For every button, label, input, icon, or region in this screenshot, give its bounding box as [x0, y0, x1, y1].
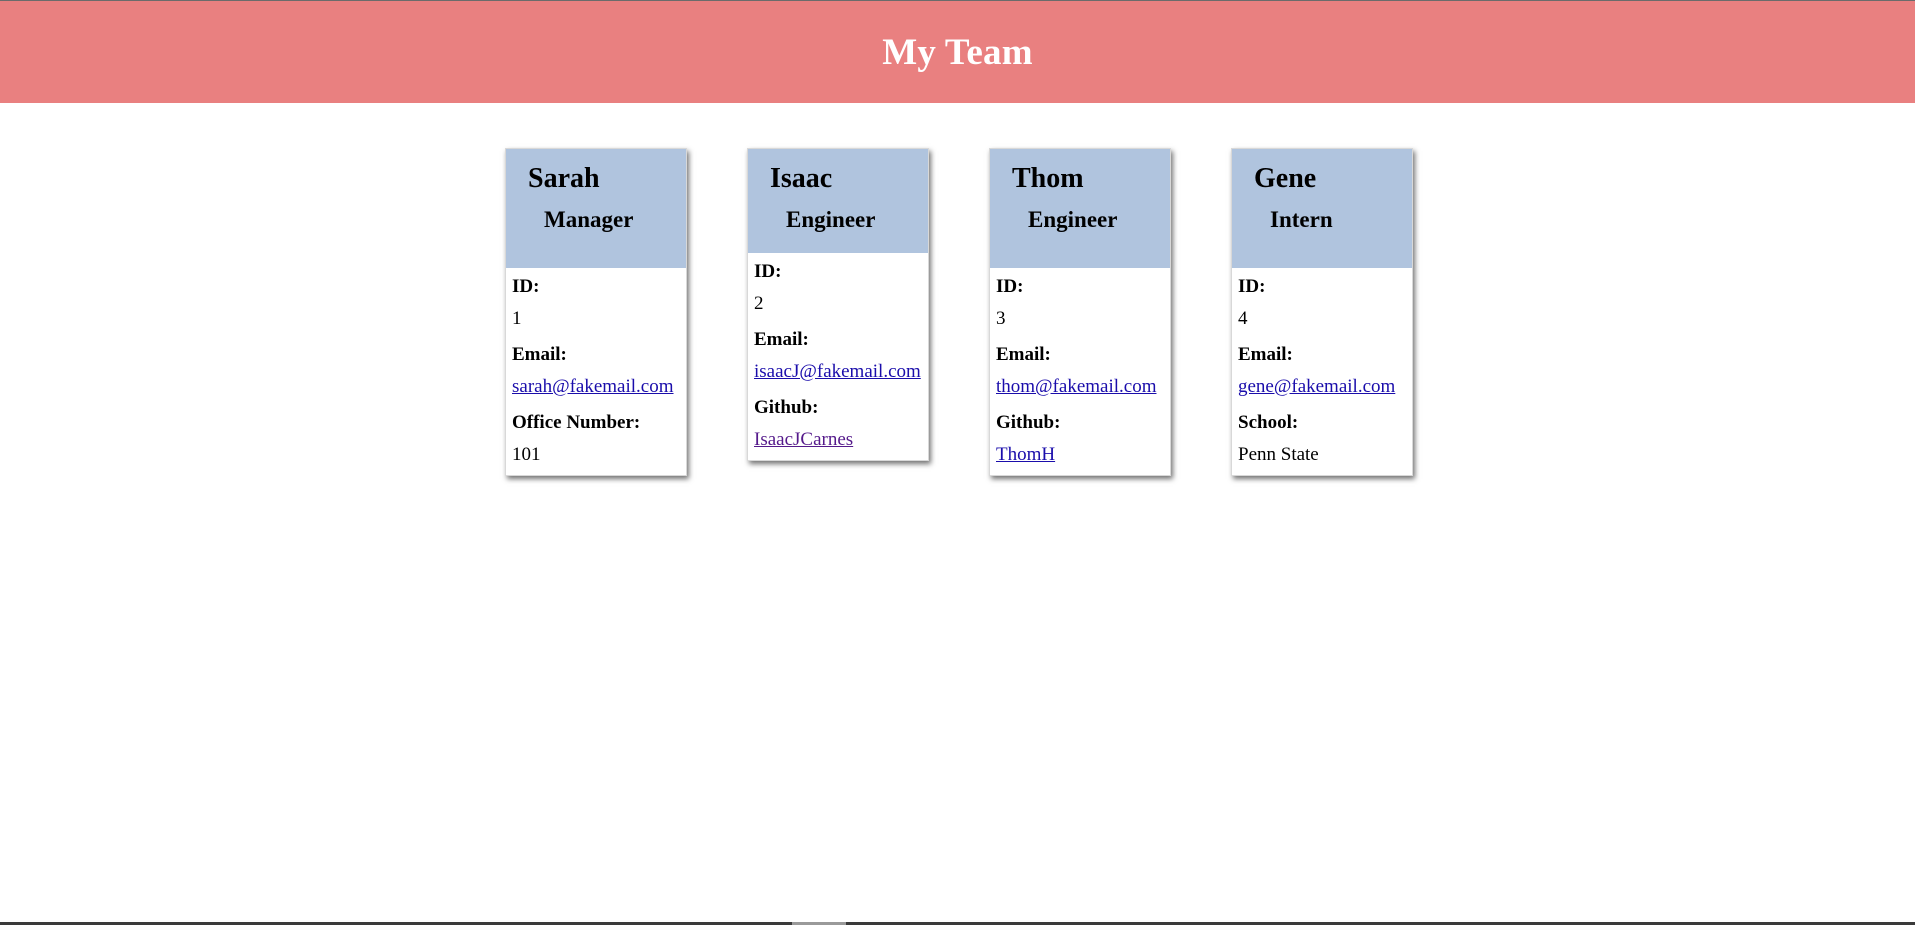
page-title: My Team	[882, 31, 1033, 73]
card-header: Sarah Manager	[506, 149, 686, 268]
card-body: ID: 4 Email: gene@fakemail.com School: P…	[1232, 268, 1412, 475]
id-value: 1	[512, 308, 522, 329]
employee-card-gene: Gene Intern ID: 4 Email: gene@fakemail.c…	[1231, 148, 1413, 476]
employee-card-thom: Thom Engineer ID: 3 Email: thom@fakemail…	[989, 148, 1171, 476]
id-label: ID:	[512, 276, 540, 297]
github-label: Github:	[754, 397, 819, 418]
card-body: ID: 3 Email: thom@fakemail.com Github: T…	[990, 268, 1170, 475]
email-label: Email:	[754, 329, 809, 350]
card-header: Thom Engineer	[990, 149, 1170, 268]
card-header: Gene Intern	[1232, 149, 1412, 268]
id-label: ID:	[1238, 276, 1266, 297]
email-link[interactable]: gene@fakemail.com	[1238, 376, 1395, 397]
employee-card-sarah: Sarah Manager ID: 1 Email: sarah@fakemai…	[505, 148, 687, 476]
github-link[interactable]: ThomH	[996, 444, 1055, 465]
card-header: Isaac Engineer	[748, 149, 928, 253]
email-link[interactable]: thom@fakemail.com	[996, 376, 1156, 397]
employee-name: Gene	[1254, 163, 1317, 194]
card-body: ID: 1 Email: sarah@fakemail.com Office N…	[506, 268, 686, 475]
id-value: 2	[754, 293, 764, 314]
employee-role: Intern	[1270, 207, 1333, 232]
employee-name: Sarah	[528, 163, 600, 194]
employee-card-isaac: Isaac Engineer ID: 2 Email: isaacJ@fakem…	[747, 148, 929, 461]
email-label: Email:	[512, 344, 567, 365]
employee-name: Isaac	[770, 163, 833, 194]
office-number-label: Office Number:	[512, 412, 641, 433]
github-link[interactable]: IsaacJCarnes	[754, 429, 853, 450]
employee-name: Thom	[1012, 163, 1084, 194]
id-label: ID:	[754, 261, 782, 282]
office-number-value: 101	[512, 444, 541, 465]
employee-role: Engineer	[1028, 207, 1118, 232]
email-label: Email:	[996, 344, 1051, 365]
id-value: 4	[1238, 308, 1248, 329]
page-header: My Team	[0, 0, 1915, 103]
email-link[interactable]: isaacJ@fakemail.com	[754, 361, 921, 382]
employee-role: Engineer	[786, 207, 876, 232]
team-card-list: Sarah Manager ID: 1 Email: sarah@fakemai…	[0, 148, 1915, 476]
email-link[interactable]: sarah@fakemail.com	[512, 376, 674, 397]
email-label: Email:	[1238, 344, 1293, 365]
id-value: 3	[996, 308, 1006, 329]
school-label: School:	[1238, 412, 1299, 433]
card-body: ID: 2 Email: isaacJ@fakemail.com Github:…	[748, 253, 928, 460]
employee-role: Manager	[544, 207, 634, 232]
github-label: Github:	[996, 412, 1061, 433]
id-label: ID:	[996, 276, 1024, 297]
school-value: Penn State	[1238, 444, 1319, 465]
